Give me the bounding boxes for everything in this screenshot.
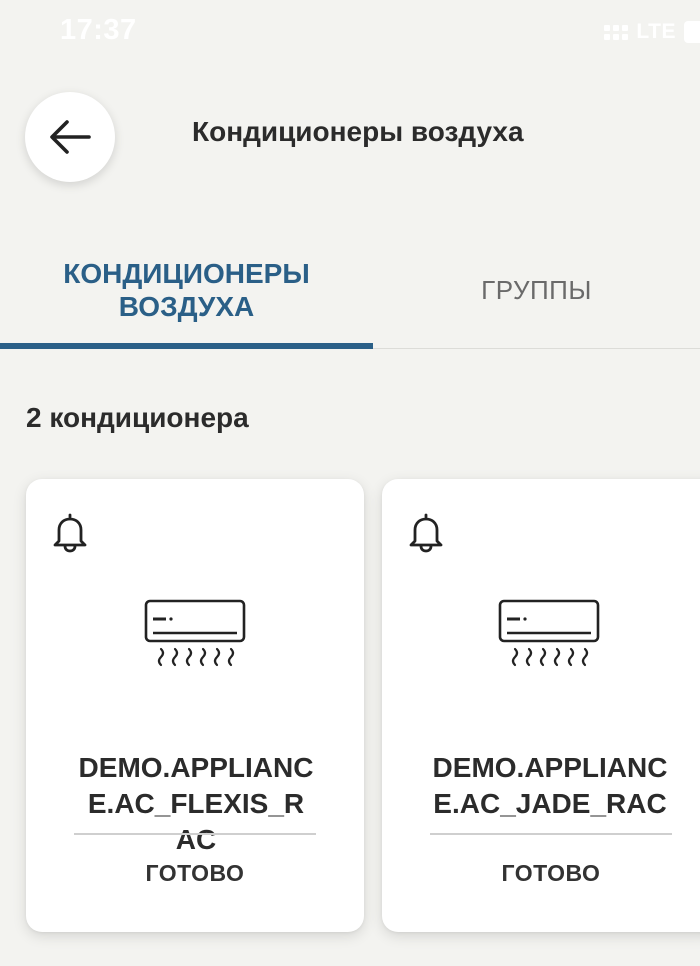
network-type: LTE <box>636 20 676 43</box>
device-card[interactable]: DEMO.APPLIANCE.AC_FLEXIS_RAC ГОТОВО <box>26 479 364 932</box>
device-count: 2 кондиционера <box>26 402 249 433</box>
signal-icon <box>604 24 629 40</box>
tab-label-line2: ВОЗДУХА <box>118 291 255 322</box>
bell-icon[interactable] <box>50 511 90 553</box>
device-status: ГОТОВО <box>501 860 601 886</box>
air-conditioner-icon <box>144 599 246 667</box>
device-status: ГОТОВО <box>145 860 245 886</box>
tab-air-conditioners[interactable]: КОНДИЦИОНЕРЫ ВОЗДУХА <box>0 240 373 352</box>
status-indicators: LTE <box>604 20 700 44</box>
tab-label-line1: КОНДИЦИОНЕРЫ <box>63 258 310 289</box>
bell-icon[interactable] <box>406 511 446 553</box>
page-title: Кондиционеры воздуха <box>192 116 524 147</box>
tab-groups[interactable]: ГРУППЫ <box>373 240 700 352</box>
status-time: 17:37 <box>60 14 137 46</box>
card-divider <box>74 833 316 835</box>
tab-label: ГРУППЫ <box>481 274 592 305</box>
card-divider <box>430 833 672 835</box>
active-tab-indicator <box>0 343 373 349</box>
air-conditioner-icon <box>498 599 600 667</box>
battery-icon <box>684 21 700 43</box>
tab-bar: КОНДИЦИОНЕРЫ ВОЗДУХА ГРУППЫ <box>0 240 700 352</box>
device-card[interactable]: DEMO.APPLIANCE.AC_JADE_RAC ГОТОВО <box>382 479 700 932</box>
back-button[interactable] <box>25 92 115 182</box>
device-name: DEMO.APPLIANCE.AC_JADE_RAC <box>432 752 668 819</box>
status-bar: 17:37 LTE <box>0 0 700 66</box>
device-name: DEMO.APPLIANCE.AC_FLEXIS_RAC <box>78 752 314 855</box>
tab-divider <box>373 348 700 349</box>
arrow-left-icon <box>50 120 91 154</box>
